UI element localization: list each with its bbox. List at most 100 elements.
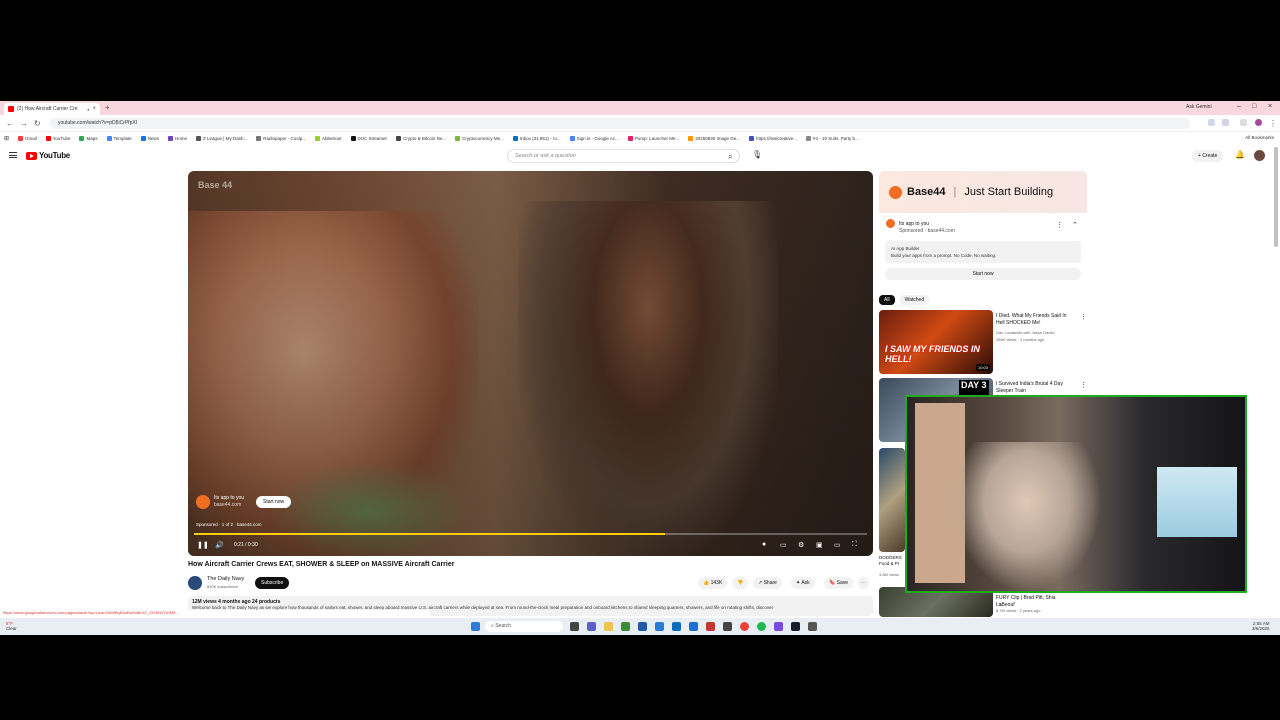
minimize-icon[interactable]: – — [1237, 103, 1241, 110]
app-icon[interactable] — [621, 622, 630, 631]
miniplayer-icon[interactable]: ▣ — [816, 541, 823, 549]
page-scrollbar[interactable] — [1274, 147, 1278, 247]
avatar[interactable] — [1254, 150, 1265, 161]
captions-icon[interactable]: ▭ — [780, 541, 787, 549]
bookmark-16[interactable]: https://itsalcreative... — [749, 135, 797, 141]
taskbar-clock[interactable]: 2:55 AM 3/6/2026 — [1252, 621, 1270, 631]
theater-mode-icon[interactable]: ▭ — [834, 541, 841, 549]
extensions-puzzle-icon[interactable] — [1222, 119, 1229, 126]
video-player[interactable]: Base 44 Its app to you base44.com Start … — [188, 171, 873, 556]
bookmark-4[interactable]: News — [140, 135, 159, 141]
create-button[interactable]: + Create — [1192, 150, 1224, 162]
app-icon-3[interactable] — [706, 622, 715, 631]
channel-avatar[interactable] — [188, 576, 202, 590]
rec-more-icon[interactable]: ⋮ — [1080, 381, 1087, 389]
app-icon-5[interactable] — [774, 622, 783, 631]
dislike-button[interactable]: 👎 — [732, 577, 749, 589]
bookmark-11[interactable]: Cryptocurrency Me... — [455, 135, 504, 141]
rec-channel[interactable]: Clip — [996, 602, 1003, 607]
bookmark-14[interactable]: Pump: Launcher Me... — [627, 135, 679, 141]
word-icon[interactable] — [638, 622, 647, 631]
sidebar-start-now-button[interactable]: Start now — [885, 268, 1081, 280]
task-view-icon[interactable] — [570, 622, 579, 631]
windows-start-icon[interactable] — [471, 622, 480, 631]
settings-gear-icon[interactable]: ⚙ — [798, 541, 804, 549]
list-item[interactable]: I SAW MY FRIENDS IN HELL! 10:03 I Died, … — [879, 310, 1087, 374]
rec-title[interactable]: I Died, What My Friends Said In Hell SHO… — [996, 313, 1074, 327]
ad-overlay-card[interactable]: Its app to you base44.com Start now — [196, 495, 292, 509]
browser-tab[interactable]: (2) How Aircraft Carrier Cre 4 × — [4, 103, 100, 115]
rec-title[interactable]: I Survived India's Brutal 4 Day Sleeper … — [996, 381, 1074, 395]
chrome-icon[interactable] — [740, 622, 749, 631]
like-button[interactable]: 👍 143K — [698, 577, 728, 589]
ad-more-icon[interactable]: ⋮ — [1056, 221, 1063, 229]
ask-button[interactable]: ✦ Ask — [791, 577, 815, 589]
bookmark-17[interactable]: #4 - 10 Suits, Party b... — [806, 135, 859, 141]
close-window-icon[interactable]: × — [1268, 103, 1272, 110]
sidebar-ad[interactable]: Base44 | Just Start Building Its app to … — [879, 171, 1087, 289]
new-tab-icon[interactable]: + — [105, 103, 110, 112]
bookmark-15[interactable]: 20250830 Image Ge... — [688, 135, 740, 141]
video-thumbnail[interactable]: I SAW MY FRIENDS IN HELL! 10:03 — [879, 310, 993, 374]
bookmark-8[interactable]: Abbetroot — [315, 135, 342, 141]
app-icon-4[interactable] — [723, 622, 732, 631]
progress-bar[interactable] — [194, 533, 867, 535]
fullscreen-icon[interactable]: ⛶ — [852, 541, 857, 549]
bookmark-7[interactable]: Radiopaper - Coolp... — [256, 135, 306, 141]
hamburger-menu-icon[interactable] — [9, 152, 17, 158]
sidepanel-icon[interactable] — [1240, 119, 1247, 126]
ad-start-now-button[interactable]: Start now — [256, 496, 292, 508]
bookmark-12[interactable]: Inbox (31,951) - ro... — [512, 135, 561, 141]
notifications-bell-icon[interactable]: 🔔 — [1235, 150, 1245, 159]
microphone-icon[interactable]: 🎙 — [752, 150, 762, 159]
youtube-logo[interactable]: YouTube — [26, 151, 70, 160]
visual-studio-code-icon[interactable] — [689, 622, 698, 631]
all-bookmarks[interactable]: All Bookmarks — [1245, 135, 1274, 140]
file-explorer-icon[interactable] — [604, 622, 613, 631]
bookmark-10[interactable]: Crypto & Bitcoin Ne... — [396, 135, 446, 141]
chip-watched[interactable]: Watched — [899, 295, 930, 305]
channel-name[interactable]: The Daily Navy — [207, 576, 244, 582]
app-icon-6[interactable] — [808, 622, 817, 631]
save-button[interactable]: 🔖 Save — [824, 577, 854, 589]
taskbar-search[interactable]: ⌕ Search — [485, 621, 563, 632]
bookmark-5[interactable]: Home — [168, 135, 187, 141]
bookmark-13[interactable]: Sign in - Google Ac... — [569, 135, 619, 141]
volume-icon[interactable]: 🔊 — [215, 541, 224, 549]
bookmark-2[interactable]: Maps — [79, 135, 98, 141]
collapse-chevron-icon[interactable]: ⌃ — [1072, 221, 1078, 229]
maximize-icon[interactable]: □ — [1252, 103, 1256, 110]
subscribe-button[interactable]: Subscribe — [255, 577, 290, 589]
search-input[interactable]: Search or ask a question — [507, 149, 740, 163]
profile-icon[interactable] — [1255, 119, 1262, 126]
bookmark-9[interactable]: DUC Streamer — [350, 135, 387, 141]
apps-grid-icon[interactable]: ⊞ — [4, 135, 9, 142]
outlook-icon[interactable] — [655, 622, 664, 631]
video-thumbnail[interactable] — [879, 448, 905, 552]
search-icon[interactable]: ⌕ — [728, 152, 732, 162]
ad-banner[interactable]: Base44 | Just Start Building — [879, 171, 1087, 213]
rec-title[interactable]: FURY Clip | Brad Pitt, Shia LaBeouf — [996, 595, 1074, 609]
rec-title-partial[interactable]: DODGERS Food & Pr — [879, 555, 905, 567]
app-icon-2[interactable] — [672, 622, 681, 631]
pause-icon[interactable]: ❚❚ — [197, 541, 209, 549]
bookmark-0[interactable]: Gmail — [18, 135, 37, 141]
extension-icon[interactable] — [1208, 119, 1215, 126]
close-tab-icon[interactable]: × — [92, 106, 96, 112]
reload-icon[interactable]: ↻ — [34, 119, 41, 128]
rec-more-icon[interactable]: ⋮ — [1080, 313, 1087, 321]
chip-all[interactable]: All — [879, 295, 895, 305]
bookmark-3[interactable]: Template — [106, 135, 132, 141]
back-icon[interactable]: ← — [6, 119, 14, 128]
forward-icon[interactable]: → — [20, 119, 28, 128]
spotify-icon[interactable] — [757, 622, 766, 631]
menu-kebab-icon[interactable]: ⋮ — [1269, 119, 1277, 128]
url-field[interactable]: youtube.com/watch?v=pD8iCrPfpXI — [50, 118, 1190, 129]
autoplay-toggle-icon[interactable]: ● — [762, 541, 766, 548]
share-button[interactable]: ↗ Share — [753, 577, 782, 589]
rec-channel[interactable]: Dan Lucianists with Jesse Daniel — [996, 330, 1054, 335]
teams-icon[interactable] — [587, 622, 596, 631]
ask-gemini-button[interactable]: Ask Gemini — [1186, 104, 1212, 110]
bookmark-6[interactable]: Z League | My Dash... — [196, 135, 247, 141]
weather-widget[interactable]: 8°F Clear — [6, 621, 17, 631]
